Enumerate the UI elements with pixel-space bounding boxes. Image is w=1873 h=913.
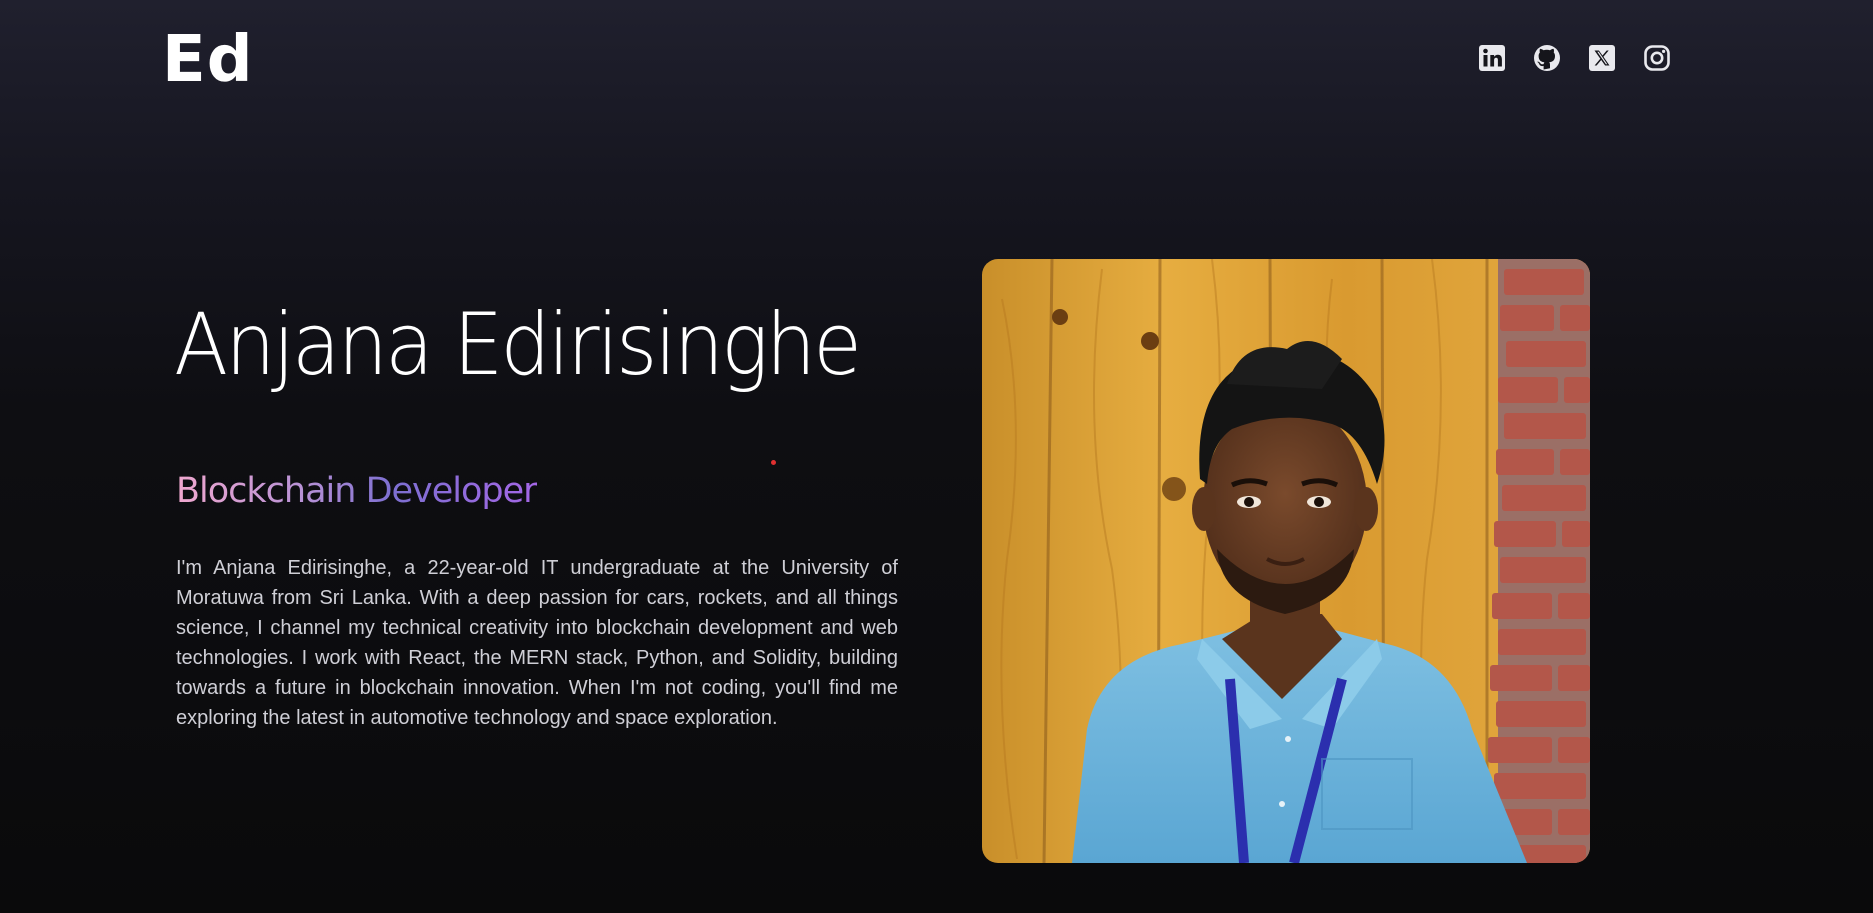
hero-name: Anjana Edirisinghe <box>174 290 919 400</box>
linkedin-icon <box>1479 45 1505 71</box>
github-icon <box>1534 45 1560 71</box>
x-icon <box>1589 45 1615 71</box>
profile-photo <box>982 259 1590 863</box>
accent-dot <box>771 460 776 465</box>
hero-bio: I'm Anjana Edirisinghe, a 22-year-old IT… <box>176 557 898 729</box>
x-link[interactable] <box>1588 44 1616 72</box>
linkedin-link[interactable] <box>1478 44 1506 72</box>
profile-photo-illustration <box>982 259 1590 863</box>
social-links <box>1478 44 1671 72</box>
hero-role: Blockchain Developer <box>176 468 538 514</box>
instagram-icon <box>1644 45 1670 71</box>
instagram-link[interactable] <box>1643 44 1671 72</box>
hero-name-text: Anjana Edirisinghe <box>174 295 862 395</box>
github-link[interactable] <box>1533 44 1561 72</box>
logo[interactable]: Ed <box>162 22 254 98</box>
